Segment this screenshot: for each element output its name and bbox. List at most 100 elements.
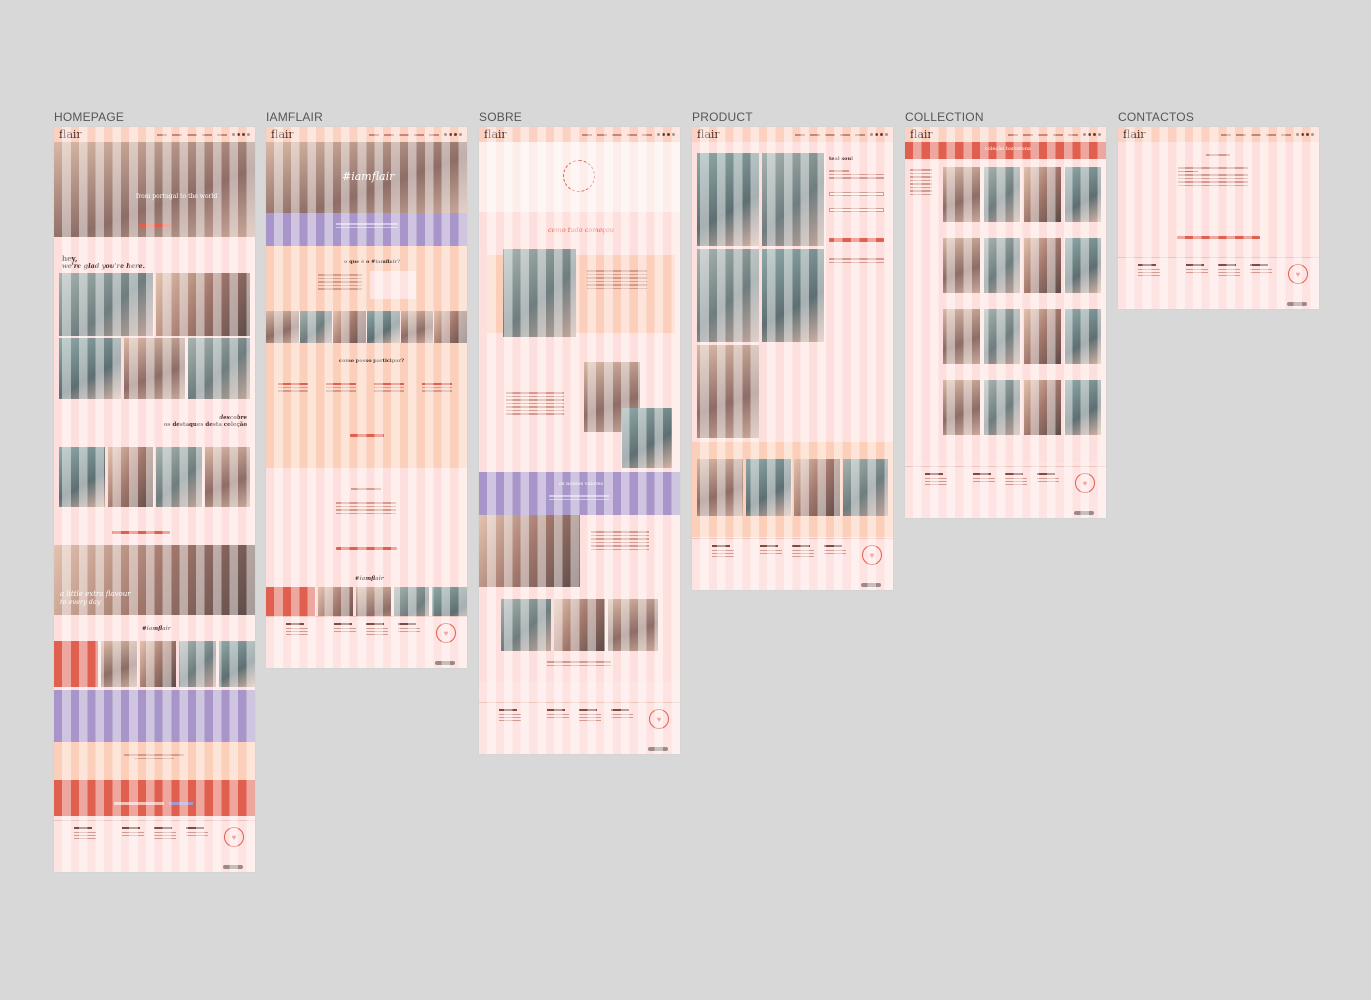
- contact-form[interactable]: [1178, 167, 1248, 188]
- photo-strip: [266, 311, 467, 343]
- submit-button[interactable]: [336, 547, 397, 550]
- gallery: [501, 599, 658, 651]
- product-gallery[interactable]: [697, 153, 824, 438]
- nav-icons[interactable]: [232, 133, 250, 136]
- product-card[interactable]: [1064, 167, 1101, 222]
- product-image[interactable]: [697, 345, 759, 438]
- board-label-collection: COLLECTION: [905, 110, 984, 124]
- product-image[interactable]: [762, 153, 824, 246]
- instagram-feed[interactable]: [54, 641, 255, 687]
- nav-icons[interactable]: [444, 133, 462, 136]
- back-to-top-button[interactable]: [648, 747, 668, 751]
- product-card[interactable]: [1064, 380, 1101, 435]
- product-card[interactable]: [1024, 309, 1061, 364]
- product-detail: teal soul: [692, 142, 893, 442]
- product-image[interactable]: [762, 249, 824, 342]
- logo[interactable]: flair: [484, 128, 507, 141]
- collection-header: coleção barcelona: [905, 142, 1106, 159]
- view-all-button[interactable]: [112, 531, 170, 534]
- values-section: [54, 690, 255, 742]
- product-card[interactable]: [983, 238, 1020, 293]
- logo[interactable]: flair: [1123, 128, 1146, 141]
- participate-button[interactable]: [350, 434, 384, 437]
- back-to-top-button[interactable]: [435, 661, 455, 665]
- back-to-top-button[interactable]: [1287, 302, 1307, 306]
- logo[interactable]: flair: [910, 128, 933, 141]
- product-card[interactable]: [1064, 309, 1101, 364]
- logo[interactable]: flair: [59, 128, 82, 141]
- nav-links[interactable]: [1221, 133, 1291, 136]
- back-to-top-button[interactable]: [861, 583, 881, 587]
- feed-item[interactable]: [100, 641, 137, 687]
- signup-input[interactable]: [114, 802, 164, 805]
- back-to-top-button[interactable]: [1074, 511, 1094, 515]
- board-label-homepage: HOMEPAGE: [54, 110, 125, 124]
- story-section: como tudo começou: [479, 212, 680, 472]
- related-products[interactable]: [697, 459, 888, 516]
- footer: ♥: [905, 466, 1106, 518]
- product-card[interactable]: [983, 167, 1020, 222]
- feed-item[interactable]: [54, 641, 98, 687]
- nav-links[interactable]: [582, 133, 652, 136]
- back-to-top-button[interactable]: [223, 865, 243, 869]
- nav-icons[interactable]: [870, 133, 888, 136]
- product-grid[interactable]: [59, 447, 250, 507]
- feed-item[interactable]: [218, 641, 255, 687]
- hero-hashtag: #iamflair: [342, 170, 395, 183]
- product-card[interactable]: [745, 459, 791, 516]
- nav-links[interactable]: [157, 133, 227, 136]
- product-card[interactable]: [107, 447, 153, 507]
- product-image[interactable]: [697, 153, 759, 246]
- hero-image: from portugal to the world: [54, 142, 255, 237]
- product-image[interactable]: [697, 249, 759, 342]
- banner-image: a little extra flavour to every day: [54, 545, 255, 615]
- feed-item[interactable]: [179, 641, 216, 687]
- product-card[interactable]: [943, 238, 980, 293]
- nav-links[interactable]: [369, 133, 439, 136]
- product-card[interactable]: [204, 447, 250, 507]
- artboard-collection[interactable]: flair coleção barcelona ♥: [905, 127, 1106, 518]
- logo[interactable]: flair: [271, 128, 294, 141]
- product-card[interactable]: [697, 459, 743, 516]
- greeting-subtitle: we're glad you're here.: [62, 262, 145, 270]
- send-button[interactable]: [1177, 236, 1260, 239]
- product-card[interactable]: [794, 459, 840, 516]
- heart-icon: ♥: [862, 545, 882, 565]
- nav-icons[interactable]: [657, 133, 675, 136]
- product-card[interactable]: [983, 309, 1020, 364]
- nav-icons[interactable]: [1083, 133, 1101, 136]
- heart-icon: ♥: [436, 623, 456, 643]
- product-card[interactable]: [983, 380, 1020, 435]
- product-card[interactable]: [943, 167, 980, 222]
- product-card[interactable]: [1064, 238, 1101, 293]
- product-card[interactable]: [1024, 167, 1061, 222]
- signup-button[interactable]: [169, 802, 193, 805]
- product-card[interactable]: [59, 447, 105, 507]
- nav-links[interactable]: [795, 133, 865, 136]
- size-select[interactable]: [829, 192, 884, 196]
- quantity-select[interactable]: [829, 208, 884, 212]
- artboard-product[interactable]: flair teal soul ♥: [692, 127, 893, 590]
- artboard-homepage[interactable]: flair from portugal to the world hey, we…: [54, 127, 255, 872]
- collection-grid[interactable]: [943, 167, 1101, 435]
- logo[interactable]: flair: [697, 128, 720, 141]
- footer: ♥: [54, 820, 255, 872]
- nav-bar: flair: [266, 127, 467, 142]
- product-card[interactable]: [1024, 238, 1061, 293]
- filter-sidebar[interactable]: [910, 169, 932, 197]
- product-card[interactable]: [943, 309, 980, 364]
- add-to-cart-button[interactable]: [829, 238, 884, 242]
- feed-item[interactable]: [139, 641, 177, 687]
- artboard-sobre[interactable]: flair como tudo começou os nossos valore…: [479, 127, 680, 754]
- product-card[interactable]: [842, 459, 888, 516]
- artboard-contactos[interactable]: flair ♥: [1118, 127, 1319, 309]
- artboard-iamflair[interactable]: flair #iamflair o que é o #iamflair? com…: [266, 127, 467, 668]
- nav-icons[interactable]: [1296, 133, 1314, 136]
- nav-links[interactable]: [1008, 133, 1078, 136]
- about-title: o que é o #iamflair?: [344, 259, 401, 265]
- product-card[interactable]: [1024, 380, 1061, 435]
- participate-section: como posso participar?: [266, 343, 467, 468]
- hero-button[interactable]: [139, 224, 171, 227]
- product-card[interactable]: [156, 447, 202, 507]
- product-card[interactable]: [943, 380, 980, 435]
